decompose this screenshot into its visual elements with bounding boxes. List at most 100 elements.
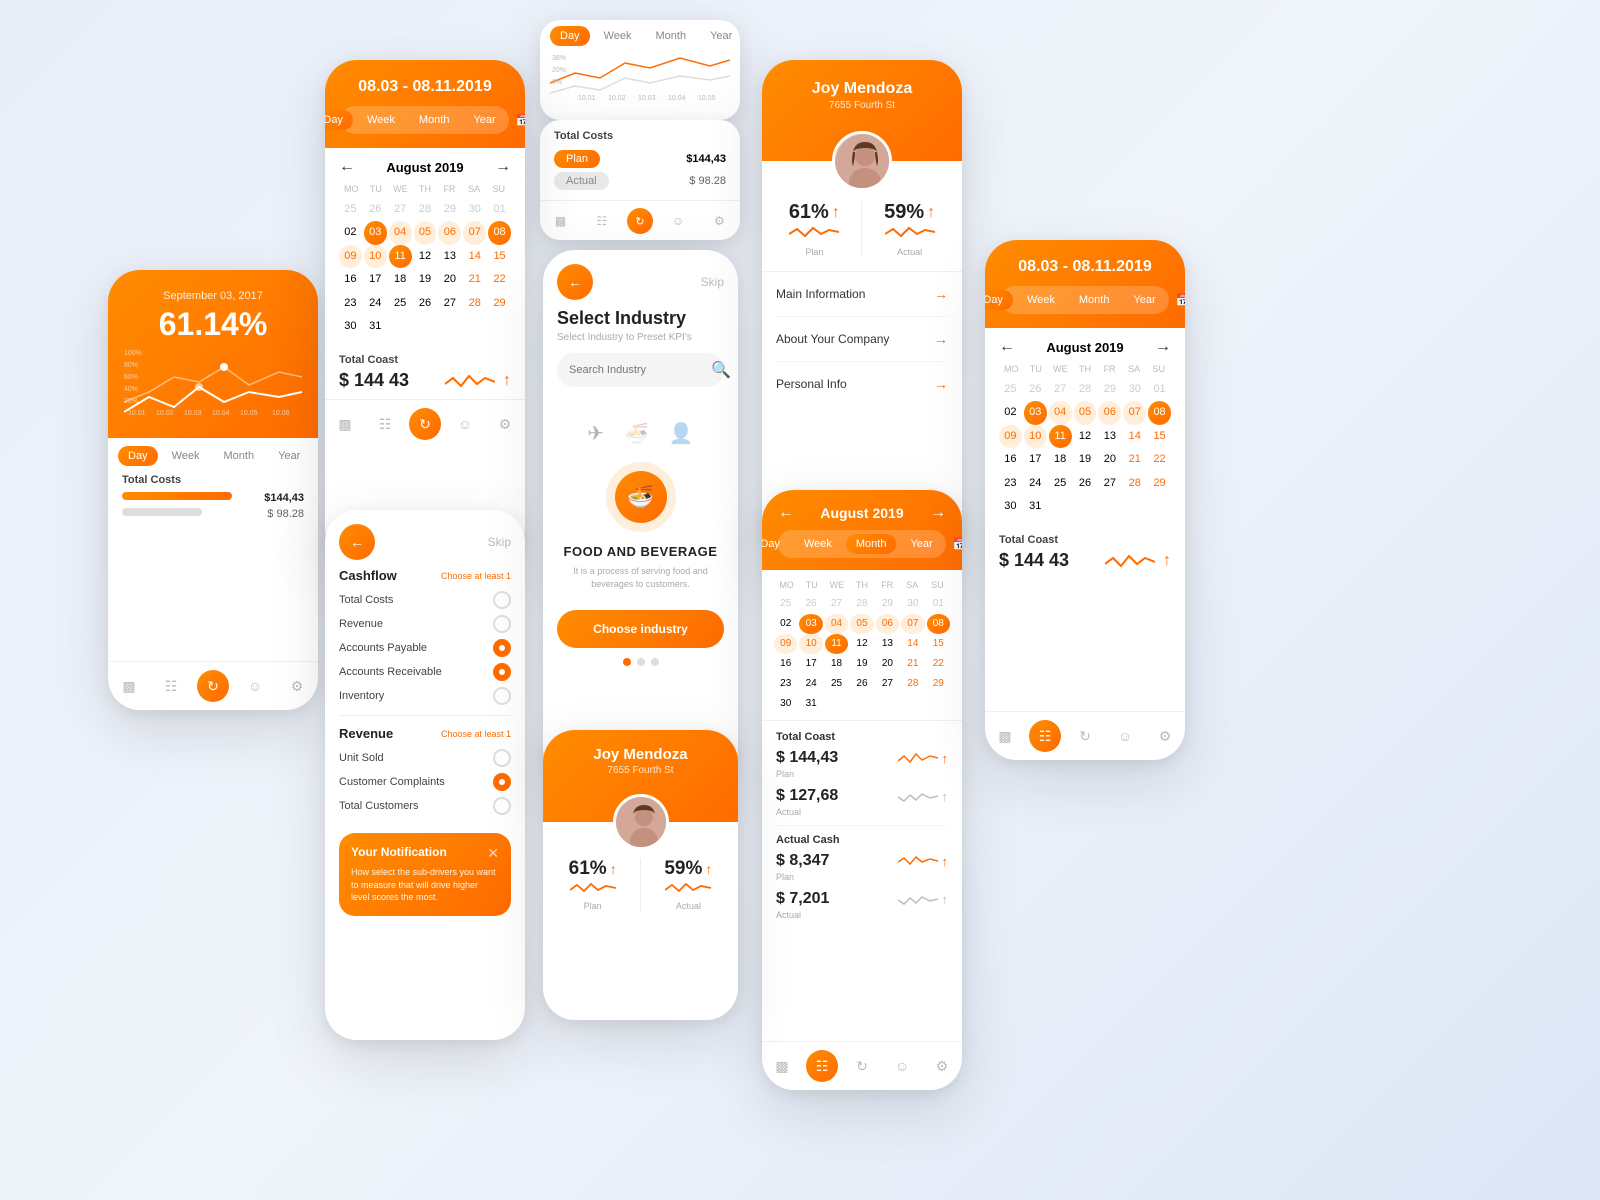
c4-search-input[interactable] <box>569 364 711 376</box>
svg-text:40%: 40% <box>124 386 138 393</box>
c6-week3: 09 10 11 1213 1415 <box>774 634 950 654</box>
c6-nav-chart[interactable]: ▩ <box>766 1050 798 1082</box>
c4-choose-btn[interactable]: Choose industry <box>557 610 724 648</box>
c5-plan-label: Plan <box>789 247 840 257</box>
c8-tab-month[interactable]: Month <box>1069 290 1120 310</box>
nav-refresh-icon[interactable]: ↻ <box>197 670 229 702</box>
c7-actual-label: Actual <box>664 901 712 911</box>
nav-chart-icon[interactable]: ▩ <box>113 670 145 702</box>
c2-nav-list[interactable]: ☷ <box>369 408 401 440</box>
c7-actual-wave <box>665 880 711 894</box>
c6-prev-btn[interactable]: ← <box>778 504 794 522</box>
tab-week[interactable]: Week <box>162 446 210 466</box>
c6-week1: 2526 2728 2930 01 <box>774 594 950 614</box>
c8-nav-refresh[interactable]: ↻ <box>1069 720 1101 752</box>
tab-year[interactable]: Year <box>268 446 310 466</box>
c2-tab-week[interactable]: Week <box>357 110 405 130</box>
c5-company-item[interactable]: About Your Company → <box>776 317 948 362</box>
c6-nav-person[interactable]: ☺ <box>886 1050 918 1082</box>
c8-nav-gear[interactable]: ⚙ <box>1149 720 1181 752</box>
c3-radio-inv[interactable] <box>493 687 511 705</box>
c8-tab-day[interactable]: Day <box>985 290 1013 310</box>
c5-main-info-item[interactable]: Main Information → <box>776 272 948 317</box>
c2-nav-person[interactable]: ☺ <box>449 408 481 440</box>
c2-tab-month[interactable]: Month <box>409 110 460 130</box>
c8-next-btn[interactable]: → <box>1155 338 1171 356</box>
c8-cal-icon[interactable]: 📅 <box>1170 289 1185 311</box>
c6-actual-wave <box>898 789 938 803</box>
nav-person-icon[interactable]: ☺ <box>239 670 271 702</box>
c2-nav-refresh[interactable]: ↻ <box>409 408 441 440</box>
tab-month[interactable]: Month <box>213 446 264 466</box>
c2-next-btn[interactable]: → <box>495 158 511 176</box>
c6-nav-gear[interactable]: ⚙ <box>926 1050 958 1082</box>
c6-cal-icon[interactable]: 📅 <box>947 533 962 555</box>
c5-personal-item[interactable]: Personal Info → <box>776 362 948 406</box>
c8-prev-btn[interactable]: ← <box>999 338 1015 356</box>
c6-tab-month[interactable]: Month <box>846 534 897 554</box>
c5-actual-label: Actual <box>884 247 935 257</box>
svg-text:20%: 20% <box>124 398 138 405</box>
c3-radio-revenue[interactable] <box>493 615 511 633</box>
c4-skip[interactable]: Skip <box>701 275 724 289</box>
c6-week2: 02 03 04 05 06 07 08 <box>774 614 950 634</box>
mini-nav-chart[interactable]: ▩ <box>545 205 577 237</box>
mini-tab-day[interactable]: Day <box>550 26 590 46</box>
c8-week4: 161718 1920 2122 <box>999 448 1171 471</box>
mini-nav-refresh[interactable]: ↻ <box>627 208 653 234</box>
c2-nav-chart[interactable]: ▩ <box>329 408 361 440</box>
mini-tab-month[interactable]: Month <box>645 26 696 46</box>
c8-nav-list[interactable]: ☷ <box>1029 720 1061 752</box>
c6-tab-day[interactable]: Day <box>762 534 790 554</box>
nav-gear-icon[interactable]: ⚙ <box>281 670 313 702</box>
c3-back-btn[interactable]: ← <box>339 524 375 560</box>
c4-industry-name: FOOD AND BEVERAGE <box>557 544 724 559</box>
c8-wavy <box>1105 552 1155 570</box>
mini-tab-week[interactable]: Week <box>594 26 642 46</box>
c2-tab-year[interactable]: Year <box>463 110 505 130</box>
nav-list-icon[interactable]: ☷ <box>155 670 187 702</box>
card-mini-costs: Total Costs Plan $144,43 Actual $ 98.28 … <box>540 120 740 240</box>
c6-cash-wave <box>898 854 938 868</box>
c2-nav-gear[interactable]: ⚙ <box>489 408 521 440</box>
svg-text:38%: 38% <box>552 55 566 62</box>
c3-radio-unit[interactable] <box>493 749 511 767</box>
c6-next-btn[interactable]: → <box>930 504 946 522</box>
c3-notif-close[interactable]: ✕ <box>487 845 499 862</box>
c3-radio-ap[interactable] <box>493 639 511 657</box>
c2-tab-day[interactable]: Day <box>325 110 353 130</box>
mini-actual-tag: Actual <box>554 172 609 190</box>
c3-radio-ar[interactable] <box>493 663 511 681</box>
c6-nav-refresh[interactable]: ↻ <box>846 1050 878 1082</box>
c3-radio-total[interactable] <box>493 591 511 609</box>
mini-tab-year[interactable]: Year <box>700 26 740 46</box>
svg-text:60%: 60% <box>124 374 138 381</box>
c8-nav-chart[interactable]: ▩ <box>989 720 1021 752</box>
c5-actual-arrow: ↑ <box>927 204 935 222</box>
c4-dot-2[interactable] <box>637 658 645 666</box>
c8-tab-week[interactable]: Week <box>1017 290 1065 310</box>
tab-day[interactable]: Day <box>118 446 158 466</box>
card-mini-top: Day Week Month Year 38% 20% 0% 10.01 10.… <box>540 20 740 120</box>
c6-nav-list[interactable]: ☷ <box>806 1050 838 1082</box>
c2-cal-icon[interactable]: 📅 <box>510 109 525 131</box>
card-august-stats: ← August 2019 → Day Week Month Year 📅 MO… <box>762 490 962 1090</box>
c6-week4: 1617 1819 20 2122 <box>774 654 950 674</box>
c8-up-icon: ↑ <box>1163 552 1171 570</box>
c3-radio-complaints[interactable] <box>493 773 511 791</box>
c4-back-btn[interactable]: ← <box>557 264 593 300</box>
mini-nav-list[interactable]: ☷ <box>586 205 618 237</box>
c2-prev-btn[interactable]: ← <box>339 158 355 176</box>
c3-radio-customers[interactable] <box>493 797 511 815</box>
c3-cashflow-label: Cashflow <box>339 568 397 583</box>
mini-nav-gear[interactable]: ⚙ <box>703 205 735 237</box>
c6-tab-week[interactable]: Week <box>794 534 842 554</box>
c4-dot-1[interactable] <box>623 658 631 666</box>
c4-dot-3[interactable] <box>651 658 659 666</box>
c3-revenue-label: Revenue <box>339 726 393 741</box>
c6-tab-year[interactable]: Year <box>900 534 942 554</box>
c8-tab-year[interactable]: Year <box>1123 290 1165 310</box>
c8-nav-person[interactable]: ☺ <box>1109 720 1141 752</box>
c3-skip[interactable]: Skip <box>488 535 511 549</box>
mini-nav-person[interactable]: ☺ <box>662 205 694 237</box>
